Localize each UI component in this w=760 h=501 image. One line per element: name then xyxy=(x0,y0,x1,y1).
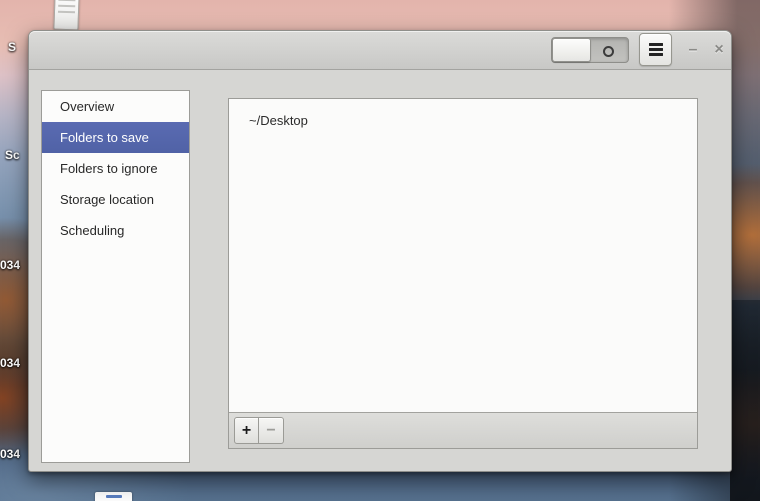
sidebar-item-overview[interactable]: Overview xyxy=(42,91,189,122)
sidebar-item-storage-location[interactable]: Storage location xyxy=(42,184,189,215)
list-toolbar: + − xyxy=(229,412,697,448)
sidebar-item-folders-to-save[interactable]: Folders to save xyxy=(42,122,189,153)
desktop: S Sc 034 034 034 · ·· ····· · ···· – × O… xyxy=(0,0,760,501)
desktop-file-icon[interactable] xyxy=(95,492,132,501)
folders-to-save-panel: ~/Desktop + − xyxy=(228,98,698,449)
switch-off-icon xyxy=(603,46,614,57)
backup-preferences-window: – × Overview Folders to save Folders to … xyxy=(28,30,732,472)
close-button[interactable]: × xyxy=(707,31,731,69)
folder-list-item[interactable]: ~/Desktop xyxy=(229,99,697,134)
switch-handle[interactable] xyxy=(552,38,591,62)
desktop-icon-label[interactable]: Sc xyxy=(5,148,20,162)
hamburger-icon xyxy=(649,43,663,56)
backup-on-off-switch[interactable] xyxy=(551,37,629,63)
titlebar[interactable]: – × xyxy=(29,31,731,70)
remove-folder-button[interactable]: − xyxy=(259,417,284,444)
wallpaper-shadow-area xyxy=(730,300,760,501)
sidebar-item-scheduling[interactable]: Scheduling xyxy=(42,215,189,246)
desktop-icon-label[interactable]: S xyxy=(8,40,16,54)
folder-list[interactable]: ~/Desktop xyxy=(229,99,697,412)
minimize-button[interactable]: – xyxy=(681,31,705,69)
settings-sidebar: Overview Folders to save Folders to igno… xyxy=(41,90,190,463)
menu-button[interactable] xyxy=(639,33,672,66)
desktop-icon-label[interactable]: 034 xyxy=(0,356,20,370)
sidebar-item-folders-to-ignore[interactable]: Folders to ignore xyxy=(42,153,189,184)
desktop-icon-label[interactable]: 034 xyxy=(0,447,20,461)
desktop-icon-label[interactable]: 034 xyxy=(0,258,20,272)
add-folder-button[interactable]: + xyxy=(234,417,259,444)
desktop-file-icon[interactable] xyxy=(53,0,79,30)
